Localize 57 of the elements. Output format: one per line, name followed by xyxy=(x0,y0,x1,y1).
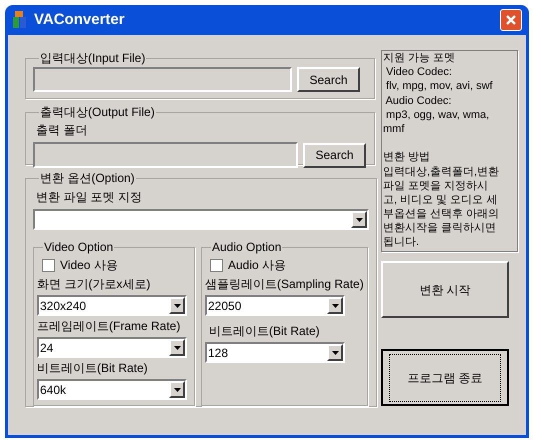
dropdown-button[interactable] xyxy=(169,381,185,398)
checkbox-label: Video 사용 xyxy=(60,257,118,274)
dropdown[interactable]: 320x240 xyxy=(37,295,187,316)
info-text: 됩니다. xyxy=(383,235,420,250)
dropdown[interactable]: 24 xyxy=(37,337,187,358)
close-icon xyxy=(505,14,517,26)
group-label: Video Option xyxy=(43,239,114,256)
field-label: 출력 폴더 xyxy=(36,122,88,139)
input-field[interactable] xyxy=(33,142,298,168)
field-label: 프레임레이트(Frame Rate) xyxy=(37,318,182,335)
action-button[interactable]: 변환 시작 xyxy=(381,261,509,318)
caret-icon xyxy=(174,388,180,392)
info-text: 입력대상,출력폴더,변환 xyxy=(383,164,500,179)
checkbox-label: Audio 사용 xyxy=(228,257,286,274)
dropdown[interactable]: 22050 xyxy=(205,295,345,316)
dropdown-button[interactable] xyxy=(351,211,367,228)
info-text: 파일 포멧을 지정하시 xyxy=(383,178,490,193)
info-text: 고, 비디오 및 오디오 세 xyxy=(383,192,498,208)
info-text: mp3, ogg, wav, wma, xyxy=(385,108,490,122)
caret-icon xyxy=(332,350,338,354)
dropdown-button[interactable] xyxy=(169,297,185,314)
field-label: 비트레이트(Bit Rate) xyxy=(37,360,149,377)
app-icon xyxy=(12,11,28,29)
info-text: 부옵션을 선택후 아래의 xyxy=(383,207,500,222)
info-text: 변환 방법 xyxy=(383,150,432,164)
field-label: 화면 크기(가로x세로) xyxy=(37,276,152,293)
dropdown-button[interactable] xyxy=(327,297,343,314)
field-label: 변환 파일 포멧 지정 xyxy=(36,189,144,206)
window-title: VAConverter xyxy=(34,10,126,30)
info-text: flv, mpg, mov, avi, swf xyxy=(385,79,494,94)
info-text: Video Codec: xyxy=(385,65,453,80)
dropdown[interactable]: 640k xyxy=(37,379,187,400)
dropdown-button[interactable] xyxy=(169,339,185,356)
dropdown[interactable]: 128 xyxy=(205,342,345,363)
info-text: 지원 가능 포멧 xyxy=(383,51,456,66)
field-label: 샘플링레이트(Sampling Rate) xyxy=(205,276,364,293)
group-label: Audio Option xyxy=(211,239,282,256)
caret-icon xyxy=(356,218,362,222)
dropdown[interactable] xyxy=(33,209,369,230)
checkbox[interactable] xyxy=(210,258,223,272)
search-button[interactable]: Search xyxy=(303,142,366,168)
close-button[interactable] xyxy=(500,9,522,31)
info-text: mmf xyxy=(383,122,406,136)
info-text: Audio Codec: xyxy=(384,94,452,108)
info-text: 변환시작을 클릭하시면 xyxy=(383,221,498,236)
action-button[interactable]: 프로그램 종료 xyxy=(381,349,509,406)
checkbox[interactable] xyxy=(42,258,55,272)
search-button[interactable]: Search xyxy=(297,67,360,92)
group-label: 변환 옵션(Option) xyxy=(39,170,136,187)
group-label: 출력대상(Output File) xyxy=(39,104,156,121)
caret-icon xyxy=(174,346,180,350)
input-field[interactable] xyxy=(33,67,292,92)
caret-icon xyxy=(332,304,338,308)
field-label: 비트레이트(Bit Rate) xyxy=(209,323,321,340)
caret-icon xyxy=(174,304,180,308)
dropdown-button[interactable] xyxy=(327,344,343,361)
group-label: 입력대상(Input File) xyxy=(39,50,146,67)
